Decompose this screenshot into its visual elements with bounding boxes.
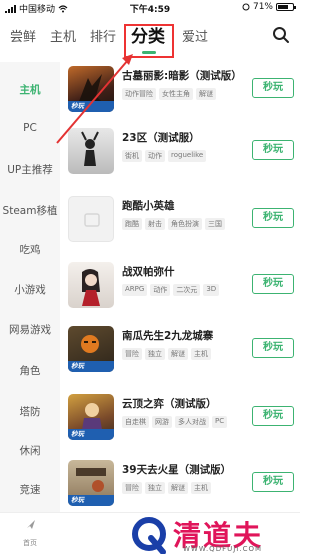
game-tag: 三国 — [205, 218, 225, 230]
battery-icon — [276, 3, 296, 11]
sidebar-item-zhuji[interactable]: 主机 — [0, 82, 60, 97]
instant-play-button[interactable]: 秒玩 — [252, 78, 294, 98]
game-tags: 冒险 独立 解谜 主机 — [122, 482, 211, 494]
game-title: 南瓜先生2九龙城寨 — [122, 330, 214, 342]
game-tag: 动作 — [150, 284, 171, 296]
game-row[interactable]: 秒玩 古墓丽影:暗影（测试版） 动作冒险 女性主角 解谜 秒玩 — [60, 66, 300, 124]
game-thumbnail: 秒玩 — [68, 460, 114, 506]
tab-changxian[interactable]: 尝鲜 — [10, 26, 36, 45]
game-thumbnail: 秒玩 — [68, 66, 114, 112]
game-thumbnail: 秒玩 — [68, 326, 114, 372]
game-row[interactable]: 23区（测试服） 街机 动作 roguelike 秒玩 — [60, 128, 300, 186]
game-tag: 冒险 — [122, 348, 142, 360]
game-tags: 自走棋 网游 多人对战 PC — [122, 416, 228, 428]
game-tag: 跑酷 — [122, 218, 142, 230]
sidebar-item-role[interactable]: 角色 — [0, 363, 60, 378]
game-thumbnail — [68, 128, 114, 174]
annotation-highlight-box — [124, 24, 174, 58]
game-row[interactable]: 战双帕弥什 ARPG 动作 二次元 3D 秒玩 — [60, 262, 300, 320]
game-tag: 动作 — [145, 150, 165, 162]
game-row[interactable]: 秒玩 南瓜先生2九龙城寨 冒险 独立 解谜 主机 秒玩 — [60, 326, 300, 384]
game-title: 云顶之弈（测试版） — [122, 398, 217, 410]
game-tag: 主机 — [191, 482, 211, 494]
instant-play-badge: 秒玩 — [68, 361, 114, 372]
game-row[interactable]: 跑酷小英雄 跑酷 射击 角色扮演 三国 秒玩 — [60, 196, 300, 254]
game-tag: 多人对战 — [175, 416, 209, 428]
watermark-logo-icon — [132, 517, 166, 554]
sidebar-item-chiji[interactable]: 吃鸡 — [0, 242, 60, 257]
status-right: 71% — [242, 2, 296, 12]
watermark: 清道夫 WWW.QDFUJI.COM — [125, 512, 300, 555]
game-tag: 女性主角 — [159, 88, 193, 100]
game-tag: 解谜 — [196, 88, 216, 100]
game-tags: ARPG 动作 二次元 3D — [122, 284, 220, 296]
game-tag: roguelike — [168, 150, 207, 162]
game-tag: 独立 — [145, 348, 165, 360]
game-tag: 射击 — [145, 218, 165, 230]
game-tag: 解谜 — [168, 482, 188, 494]
game-tag: 街机 — [122, 150, 142, 162]
tab-aiguo[interactable]: 爱过 — [182, 26, 208, 45]
instant-play-button[interactable]: 秒玩 — [252, 472, 294, 492]
game-tag: 主机 — [191, 348, 211, 360]
instant-play-button[interactable]: 秒玩 — [252, 274, 294, 294]
watermark-url: WWW.QDFUJI.COM — [183, 545, 263, 553]
nav-home[interactable]: 首页 — [12, 517, 48, 548]
sidebar-item-up-recommend[interactable]: UP主推荐 — [0, 162, 60, 177]
sidebar-item-steam-port[interactable]: Steam移植 — [0, 203, 60, 218]
game-tag: PC — [212, 416, 228, 428]
game-title: 古墓丽影:暗影（测试版） — [122, 70, 242, 82]
category-sidebar: 主机 PC UP主推荐 Steam移植 吃鸡 小游戏 网易游戏 角色 塔防 休闲… — [0, 62, 60, 512]
instant-play-button[interactable]: 秒玩 — [252, 338, 294, 358]
game-title: 跑酷小英雄 — [122, 200, 175, 212]
instant-play-button[interactable]: 秒玩 — [252, 406, 294, 426]
game-tag: 独立 — [145, 482, 165, 494]
sidebar-item-casual[interactable]: 休闲 — [0, 443, 60, 458]
game-thumbnail — [68, 262, 114, 308]
game-tags: 街机 动作 roguelike — [122, 150, 207, 162]
tab-paihang[interactable]: 排行 — [90, 26, 116, 45]
instant-play-button[interactable]: 秒玩 — [252, 140, 294, 160]
game-row[interactable]: 秒玩 39天去火星（测试版） 冒险 独立 解谜 主机 秒玩 — [60, 460, 300, 518]
game-tags: 动作冒险 女性主角 解谜 — [122, 88, 216, 100]
game-thumbnail-placeholder — [68, 196, 114, 242]
game-tag: ARPG — [122, 284, 148, 296]
instant-play-badge: 秒玩 — [68, 101, 114, 112]
battery-percent: 71% — [252, 2, 273, 12]
game-title: 战双帕弥什 — [122, 266, 175, 278]
game-list: 秒玩 古墓丽影:暗影（测试版） 动作冒险 女性主角 解谜 秒玩 23区（测试服）… — [60, 62, 300, 512]
instant-play-button[interactable]: 秒玩 — [252, 208, 294, 228]
sidebar-item-mini-games[interactable]: 小游戏 — [0, 282, 60, 297]
game-tag: 角色扮演 — [168, 218, 202, 230]
instant-play-badge: 秒玩 — [68, 429, 114, 440]
game-tags: 跑酷 射击 角色扮演 三国 — [122, 218, 225, 230]
game-title: 39天去火星（测试版） — [122, 464, 232, 476]
game-thumbnail: 秒玩 — [68, 394, 114, 440]
sidebar-item-netease[interactable]: 网易游戏 — [0, 322, 60, 337]
game-tag: 解谜 — [168, 348, 188, 360]
sidebar-item-racing[interactable]: 竞速 — [0, 482, 60, 497]
sidebar-item-pc[interactable]: PC — [0, 122, 60, 134]
game-tag: 动作冒险 — [122, 88, 156, 100]
game-tag: 冒险 — [122, 482, 142, 494]
game-tag: 自走棋 — [122, 416, 149, 428]
tab-zhuji[interactable]: 主机 — [50, 26, 76, 45]
game-tag: 网游 — [152, 416, 172, 428]
search-icon[interactable] — [272, 26, 290, 44]
game-tags: 冒险 独立 解谜 主机 — [122, 348, 211, 360]
rocket-icon — [25, 520, 35, 530]
game-title: 23区（测试服） — [122, 132, 200, 144]
game-row[interactable]: 秒玩 云顶之弈（测试版） 自走棋 网游 多人对战 PC 秒玩 — [60, 394, 300, 452]
nav-home-label: 首页 — [23, 539, 37, 547]
status-bar: 中国移动 下午4:59 71% — [0, 0, 300, 16]
game-tag: 二次元 — [173, 284, 201, 296]
alarm-icon — [242, 3, 250, 11]
game-tag: 3D — [203, 284, 220, 296]
instant-play-badge: 秒玩 — [68, 495, 114, 506]
sidebar-item-tower-defense[interactable]: 塔防 — [0, 404, 60, 419]
